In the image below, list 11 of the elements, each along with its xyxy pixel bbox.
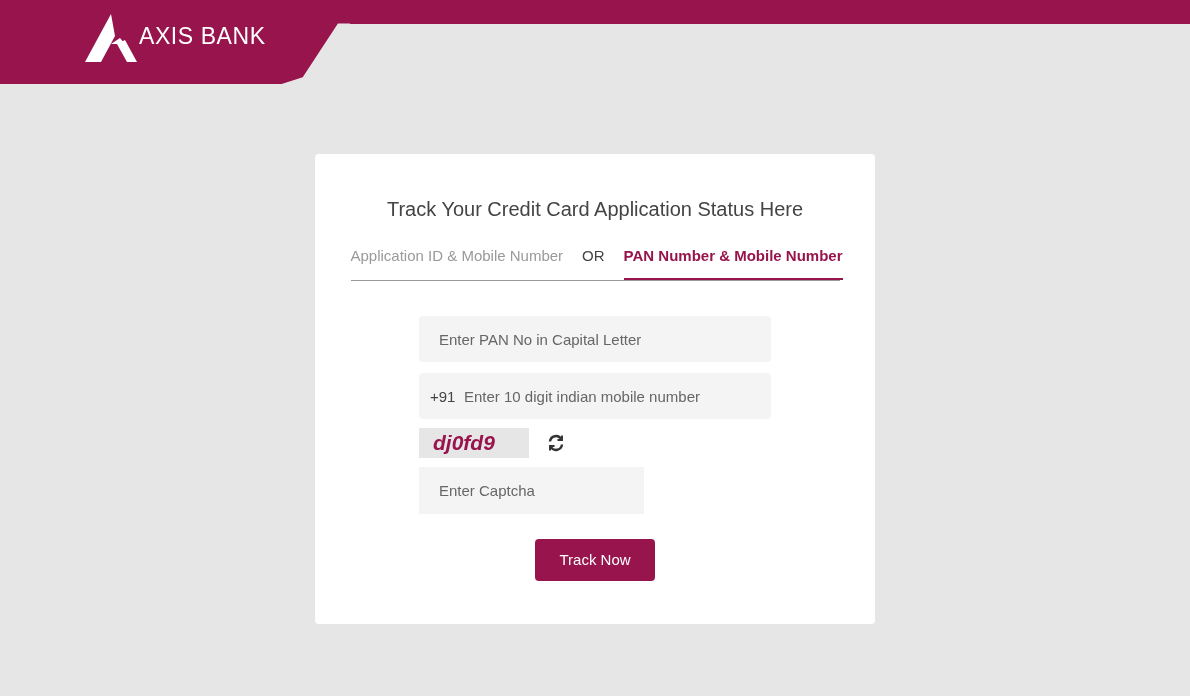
- country-code: +91: [430, 387, 456, 407]
- captcha-image: dj0fd9: [419, 428, 529, 458]
- track-now-button[interactable]: Track Now: [535, 539, 655, 581]
- refresh-icon[interactable]: [547, 434, 565, 452]
- or-separator: OR: [582, 245, 605, 266]
- pan-input-field[interactable]: Enter PAN No in Capital Letter: [419, 316, 771, 362]
- captcha-input-field[interactable]: Enter Captcha: [419, 467, 644, 514]
- logo-icon: [85, 14, 137, 62]
- card-title: Track Your Credit Card Application Status Here: [386, 197, 804, 222]
- logo-text: AXIS BANK: [139, 21, 266, 51]
- tab[interactable]: PAN Number & Mobile Number: [623, 244, 843, 280]
